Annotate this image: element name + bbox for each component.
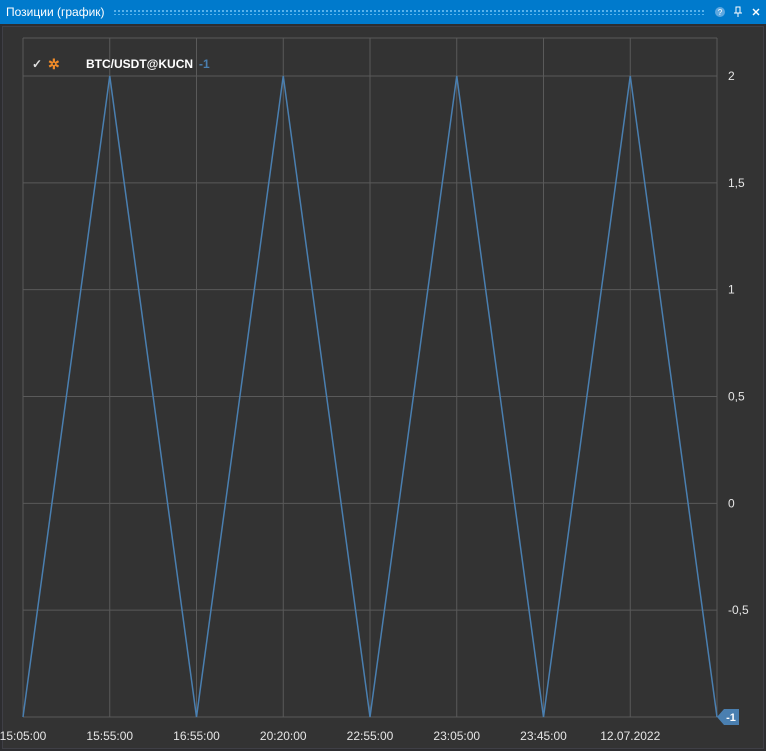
x-tick-label: 23:05:00	[433, 729, 480, 743]
chart-legend: ✓ ✲ BTC/USDT@KUCN -1	[32, 56, 210, 72]
y-tick-label: 1,5	[728, 176, 745, 190]
last-value-label: -1	[726, 712, 736, 724]
y-tick-label: 2	[728, 69, 735, 83]
legend-value: -1	[199, 57, 210, 71]
y-axis-labels: 2 1,5 1 0,5 0 -0,5	[728, 69, 749, 617]
y-tick-label: 0	[728, 496, 735, 510]
last-value-badge: -1	[717, 709, 739, 725]
x-tick-label: 12.07.2022	[600, 729, 660, 743]
x-tick-label: 23:45:00	[520, 729, 567, 743]
gear-icon[interactable]: ✲	[48, 56, 62, 73]
x-tick-label: 15:55:00	[86, 729, 133, 743]
y-tick-label: -0,5	[728, 603, 749, 617]
y-tick-label: 1	[728, 283, 735, 297]
chart-grid	[22, 37, 718, 718]
x-tick-label: 15:05:00	[0, 729, 47, 743]
y-tick-label: 0,5	[728, 390, 745, 404]
positions-chart[interactable]: 2 1,5 1 0,5 0 -0,5 15:05:00 15:55:00 16:55:00 20…	[0, 0, 766, 751]
legend-symbol: BTC/USDT@KUCN	[86, 57, 194, 71]
check-icon[interactable]: ✓	[32, 57, 44, 71]
x-axis-labels: 15:05:00 15:55:00 16:55:00 20:20:00 22:55:00…	[0, 729, 661, 743]
x-tick-label: 16:55:00	[173, 729, 220, 743]
x-tick-label: 20:20:00	[260, 729, 307, 743]
x-tick-label: 22:55:00	[347, 729, 394, 743]
